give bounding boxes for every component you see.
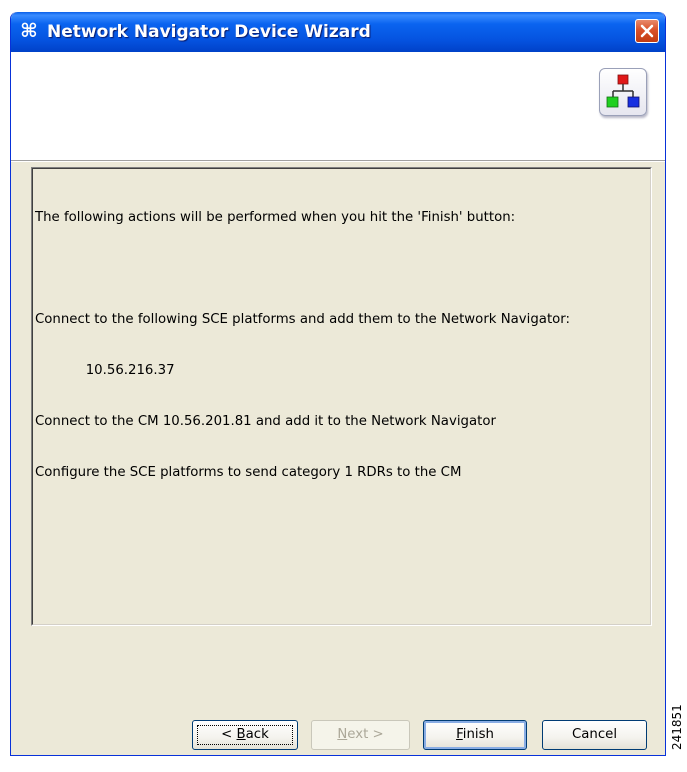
summary-line: Connect to the following SCE platforms a… <box>35 312 571 327</box>
summary-text: The following actions will be performed … <box>35 175 570 515</box>
wizard-app-icon: ⌘ <box>20 20 38 42</box>
summary-line: Connect to the CM 10.56.201.81 and add i… <box>35 414 496 429</box>
next-button[interactable]: Next > <box>311 720 410 750</box>
close-icon <box>640 24 654 38</box>
network-hierarchy-icon <box>599 68 647 116</box>
cancel-button-label: Cancel <box>571 727 618 742</box>
figure-id: 241851 <box>670 704 684 750</box>
summary-line: The following actions will be performed … <box>35 210 516 225</box>
summary-line: 10.56.216.37 <box>35 363 175 378</box>
back-button[interactable]: < Back <box>192 720 298 750</box>
finish-button[interactable]: Finish <box>423 720 527 750</box>
finish-button-mnemonic: F <box>456 727 463 742</box>
close-button[interactable] <box>635 19 659 43</box>
header-divider <box>11 161 665 162</box>
finish-button-label: inish <box>462 727 494 742</box>
window-title: Network Navigator Device Wizard <box>47 22 371 42</box>
wizard-header <box>11 52 665 161</box>
focus-rect <box>197 725 293 745</box>
wizard-window: ⌘ Network Navigator Device Wizard The fo… <box>10 12 666 756</box>
summary-line <box>35 260 570 277</box>
cancel-button[interactable]: Cancel <box>542 720 647 750</box>
next-button-mnemonic: N <box>337 727 348 742</box>
title-bar[interactable]: ⌘ Network Navigator Device Wizard <box>11 12 665 52</box>
next-button-label: ext > <box>347 727 384 742</box>
summary-panel: The following actions will be performed … <box>31 167 652 626</box>
summary-line: Configure the SCE platforms to send cate… <box>35 465 462 480</box>
